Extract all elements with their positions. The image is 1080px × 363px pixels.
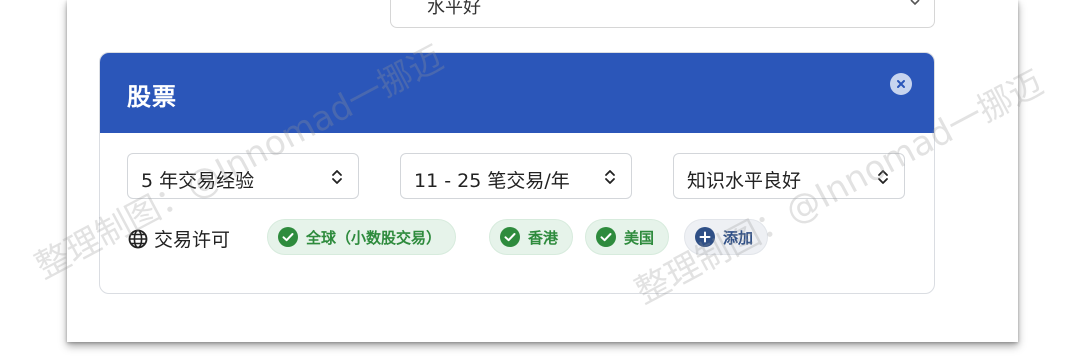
permission-chip-label: 美国 bbox=[624, 228, 655, 247]
globe-icon bbox=[128, 229, 148, 248]
previous-select-value: 水平好 bbox=[427, 0, 481, 18]
stock-card: 股票 5 年交易经验 11 - 25 笔交易/年 知识水平良好 交易许可 全球（… bbox=[99, 52, 935, 294]
permission-chip-global[interactable]: 全球（小数股交易） bbox=[267, 219, 457, 255]
up-down-arrows-icon bbox=[605, 170, 615, 184]
previous-select-field[interactable]: 水平好 bbox=[390, 0, 935, 28]
plus-circle-icon bbox=[695, 227, 715, 247]
permission-chip-label: 全球（小数股交易） bbox=[306, 228, 442, 247]
card-title: 股票 bbox=[127, 83, 177, 111]
frequency-select[interactable]: 11 - 25 笔交易/年 bbox=[400, 153, 632, 199]
close-icon bbox=[897, 80, 905, 88]
check-circle-icon bbox=[500, 227, 520, 247]
check-circle-icon bbox=[278, 227, 298, 247]
add-permission-button[interactable]: 添加 bbox=[684, 219, 769, 255]
permission-chip-label: 香港 bbox=[528, 228, 559, 247]
card-header: 股票 bbox=[100, 53, 934, 133]
permission-chip-us[interactable]: 美国 bbox=[585, 219, 670, 255]
close-button[interactable] bbox=[890, 73, 912, 95]
trading-permission-text: 交易许可 bbox=[154, 229, 231, 251]
permission-chip-hongkong[interactable]: 香港 bbox=[489, 219, 574, 255]
up-down-arrows-icon bbox=[878, 170, 888, 184]
knowledge-select-value: 知识水平良好 bbox=[687, 170, 802, 192]
experience-select-value: 5 年交易经验 bbox=[141, 170, 255, 192]
trading-permission-label: 交易许可 bbox=[128, 225, 230, 252]
app-window: 水平好 股票 5 年交易经验 11 - 25 笔交易/年 知识水平良好 交易许可… bbox=[67, 0, 1018, 342]
knowledge-select[interactable]: 知识水平良好 bbox=[673, 153, 905, 199]
check-circle-icon bbox=[596, 227, 616, 247]
chevron-down-icon bbox=[910, 0, 920, 6]
frequency-select-value: 11 - 25 笔交易/年 bbox=[414, 170, 570, 192]
experience-select[interactable]: 5 年交易经验 bbox=[127, 153, 359, 199]
add-permission-label: 添加 bbox=[723, 228, 754, 247]
up-down-arrows-icon bbox=[332, 170, 342, 184]
